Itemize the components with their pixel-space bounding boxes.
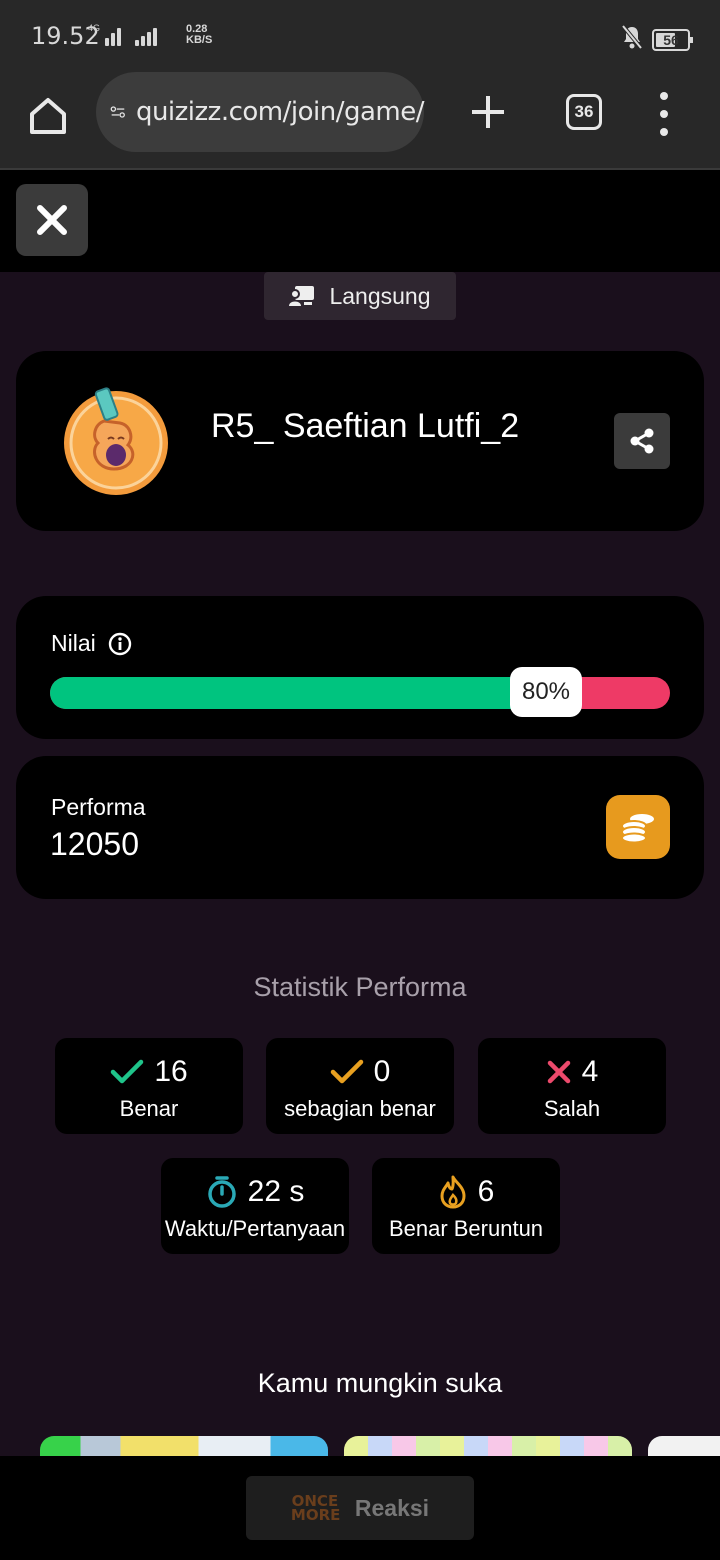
score-label: Nilai: [51, 630, 96, 656]
browser-menu-icon[interactable]: [652, 92, 676, 136]
bottom-bar: ONCE MORE Reaksi: [0, 1456, 720, 1560]
bell-muted-icon: [620, 24, 644, 55]
network-speed: 0.28 KB/S: [186, 23, 213, 46]
url-text: quizizz.com/join/game/: [135, 97, 425, 127]
stat-time-label: Waktu/Pertanyaan: [164, 1216, 346, 1241]
flame-icon: [440, 1175, 466, 1209]
stat-streak-label: Benar Beruntun: [388, 1216, 544, 1241]
stat-correct-value: 16: [154, 1055, 188, 1088]
player-card: R5_ Saeftian Lutfi_2: [16, 351, 704, 531]
stat-partial: 0 sebagian benar: [266, 1038, 454, 1134]
cross-icon: [547, 1060, 570, 1084]
stat-wrong-value: 4: [581, 1055, 599, 1088]
battery-level: 56: [663, 31, 679, 48]
stat-streak: 6 Benar Beruntun: [372, 1158, 560, 1254]
stat-partial-value: 0: [373, 1055, 391, 1088]
stat-time-value: 22 s: [247, 1175, 305, 1208]
new-tab-button[interactable]: [466, 90, 510, 134]
battery-icon: 56: [652, 28, 693, 51]
tab-switcher-button[interactable]: 36: [566, 94, 602, 130]
performance-card: Performa 12050: [16, 756, 704, 899]
player-name: R5_ Saeftian Lutfi_2: [211, 407, 520, 445]
info-icon[interactable]: [108, 632, 132, 656]
stats-title: Statistik Performa: [253, 972, 467, 1002]
stat-streak-value: 6: [477, 1175, 495, 1208]
presentation-icon: [289, 286, 315, 306]
signal-icon: 4G: [88, 23, 158, 46]
stat-correct-label: Benar: [119, 1096, 179, 1121]
network-type: 4G: [88, 23, 101, 33]
stat-wrong: 4 Salah: [478, 1038, 666, 1134]
status-bar: 19.52 4G 0.28 KB/S 56: [0, 0, 720, 72]
site-settings-icon[interactable]: [110, 96, 126, 128]
stat-wrong-label: Salah: [543, 1096, 601, 1121]
share-button[interactable]: [614, 413, 670, 469]
home-button[interactable]: [24, 92, 72, 140]
coins-icon: [621, 814, 654, 843]
score-card: Nilai 80%: [16, 596, 704, 739]
share-icon: [630, 428, 654, 454]
stat-time: 22 s Waktu/Pertanyaan: [161, 1158, 349, 1254]
stopwatch-icon: [207, 1176, 236, 1208]
stat-correct: 16 Benar: [55, 1038, 243, 1134]
plus-icon: [472, 96, 504, 128]
address-bar[interactable]: quizizz.com/join/game/: [96, 72, 425, 152]
coins-button[interactable]: [606, 795, 670, 859]
performance-label: Performa: [51, 794, 146, 820]
performance-value: 12050: [50, 826, 139, 862]
mode-label: Langsung: [329, 282, 431, 309]
mode-chip: Langsung: [264, 272, 456, 320]
check-icon: [111, 1059, 144, 1084]
suggestions-title: Kamu mungkin suka: [257, 1368, 503, 1398]
quiz-header: [0, 170, 720, 272]
score-progress-bar: 80%: [50, 667, 670, 717]
stat-partial-label: sebagian benar: [284, 1096, 436, 1121]
score-progress-fill: [50, 677, 546, 709]
close-icon: [37, 205, 67, 235]
score-percent: 80%: [510, 667, 582, 717]
home-icon: [30, 98, 66, 134]
guitar-avatar-icon: [64, 387, 168, 495]
avatar: [60, 385, 172, 497]
partial-check-icon: [330, 1059, 363, 1084]
browser-toolbar: quizizz.com/join/game/ 36: [0, 72, 720, 170]
reaction-button[interactable]: ONCE MORE Reaksi: [246, 1476, 474, 1540]
once-more-logo: ONCE MORE: [290, 1492, 341, 1524]
close-button[interactable]: [16, 184, 88, 256]
reaction-label: Reaksi: [354, 1494, 430, 1521]
